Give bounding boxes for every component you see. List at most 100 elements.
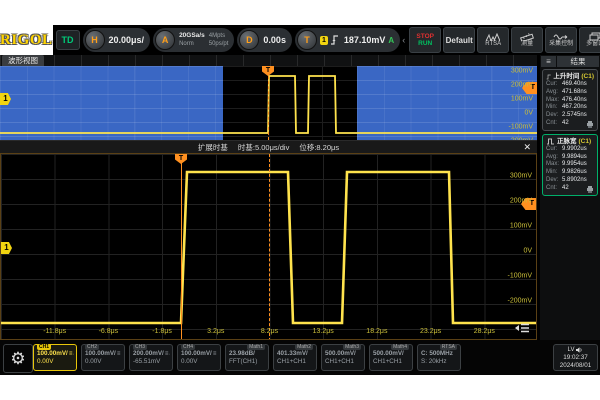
delay-value: 0.00s [263, 35, 286, 45]
horizontal-knob[interactable]: H [85, 30, 105, 50]
run-label: RUN [418, 40, 432, 47]
trigger-time-line[interactable] [181, 154, 182, 340]
stop-label: STOP [416, 33, 434, 40]
trigger-level-value: 187.10mV [344, 35, 386, 45]
window-menu-icon[interactable] [514, 322, 530, 334]
channel-box-ch1[interactable]: CH1 100.00mV/≡ 0.00V [33, 344, 77, 371]
math1-tab: Math1 [247, 344, 265, 350]
trigger-status-badge: TD [56, 30, 80, 50]
delay-settings-pill[interactable]: D 0.00s [237, 28, 292, 52]
measurement-title: 上升时间 [553, 72, 579, 81]
acquisition-settings-pill[interactable]: A 20GSa/s Norm 4Mpts 50ps/pt [153, 28, 234, 52]
measurement-row: Min:467.20ns [546, 104, 594, 112]
math2-box[interactable]: Math2 401.33mV/ CH1+CH1 [273, 344, 317, 371]
default-button[interactable]: Default [443, 27, 475, 53]
measurement-row: Cur:469.40ns [546, 81, 594, 89]
bottom-channel-bar: ⚙ CH1 100.00mV/≡ 0.00V CH2 100.00mV/≡ 0.… [0, 340, 600, 375]
lan-status: LV [568, 346, 575, 354]
channel-box-ch3[interactable]: CH3 200.00mV/≡ -65.51mV [129, 344, 173, 371]
stop-run-button[interactable]: STOP RUN [409, 27, 441, 53]
close-icon[interactable]: ✕ [523, 142, 531, 153]
voltage-tick-label: 0V [524, 110, 533, 117]
measurement-title: 正脉宽 [557, 137, 577, 146]
measurement-channel: (C1) [581, 72, 594, 81]
trigger-sweep-mode: A [388, 36, 394, 45]
waveform-arrow-icon [553, 33, 569, 41]
ch4-tab: CH4 [181, 344, 195, 350]
lock-icon [73, 351, 74, 357]
time-tick-label: 13.2μs [313, 328, 334, 335]
measurement-panel-pulsewidth[interactable]: 正脉宽(C1) Cur:9.9902us Avg:9.9894us Max:9.… [542, 134, 598, 196]
tab-waveform-view[interactable]: 波形视图 [2, 55, 44, 66]
voltage-tick-label: 0V [523, 248, 532, 255]
zoom-center-line[interactable] [269, 154, 270, 340]
zoom-window: T T 1 300mV200mV100mV0V-100mV-200mV -11.… [0, 153, 537, 340]
voltage-tick-label: 200mV [511, 82, 533, 89]
trigger-knob[interactable]: T [297, 30, 317, 50]
rise-time-icon [546, 73, 551, 81]
measurement-row: Dev:2.5745ns [546, 112, 594, 120]
speaker-icon [576, 347, 583, 353]
rigol-logo: RIGOL [0, 25, 53, 55]
measurement-row: Min:9.9826us [546, 169, 594, 177]
rtsa-tab: RTSA [440, 344, 457, 350]
spectrum-icon [486, 33, 500, 41]
time-tick-label: 28.2μs [474, 328, 495, 335]
voltage-tick-label: 200mV [510, 198, 532, 205]
rising-edge-icon [330, 34, 340, 46]
channel-box-ch4[interactable]: CH4 100.00mV/≡ 0.00V [177, 344, 221, 371]
time-tick-label: 8.2μs [261, 328, 278, 335]
math3-box[interactable]: Math3 500.00mV/ CH1+CH1 [321, 344, 365, 371]
multi-window-button[interactable]: 多窗口 [579, 27, 600, 53]
math4-tab: Math4 [391, 344, 409, 350]
trigger-settings-pill[interactable]: T 1 187.10mV A [295, 28, 400, 52]
stacked-windows-icon [589, 32, 600, 41]
delay-knob[interactable]: D [239, 30, 259, 50]
measurement-row: Cur:9.9902us [546, 146, 594, 154]
settings-gear-icon[interactable]: ⚙ [3, 344, 33, 373]
ch1-tab: CH1 [37, 344, 51, 350]
time-tick-label: 23.2μs [420, 328, 441, 335]
math2-tab: Math2 [295, 344, 313, 350]
rtsa-button[interactable]: RTSA [477, 27, 509, 53]
math4-box[interactable]: Math4 500.00mV/ CH1+CH1 [369, 344, 413, 371]
menu-icon[interactable]: ≡ [541, 56, 556, 67]
math1-box[interactable]: Math1 23.98dB/ FFT(CH1) [225, 344, 269, 371]
voltage-tick-label: -100mV [507, 273, 532, 280]
toolbar-chevron-left-icon[interactable]: ‹ [402, 35, 405, 45]
voltage-tick-label: -100mV [508, 124, 533, 131]
measurement-panel-risetime[interactable]: 上升时间(C1) Cur:469.40ns Avg:471.68ns Max:4… [542, 69, 598, 131]
voltage-tick-label: 300mV [510, 173, 532, 180]
time-tick-label: -1.8μs [152, 328, 172, 335]
resolution: 50ps/pt [209, 40, 229, 48]
measure-button[interactable]: 测量 [511, 27, 543, 53]
acquire-control-button[interactable]: 采集控制 [545, 27, 577, 53]
system-date: 2024/08/01 [554, 362, 597, 370]
ch3-tab: CH3 [133, 344, 147, 350]
horizontal-settings-pill[interactable]: H 20.00μs/ [83, 28, 151, 52]
acquire-control-label: 采集控制 [549, 41, 573, 48]
results-header: 结果 [557, 56, 599, 67]
printer-icon[interactable] [586, 186, 594, 193]
measurement-row: Dev:5.8902ns [546, 177, 594, 185]
clock-box: LV 19:02:37 2024/08/01 [553, 344, 598, 371]
zoom-info-bar: 扩展时基 时基:5.00μs/div 位移:8.20μs ✕ [0, 140, 537, 154]
measurement-row: Avg:9.9894us [546, 154, 594, 162]
rtsa-box[interactable]: RTSA C: 500MHz S: 20kHz [417, 344, 461, 371]
zoom-title: 扩展时基 [198, 142, 228, 153]
coupling-icon: ≡ [69, 350, 73, 358]
measurement-row: Avg:471.68ns [546, 89, 594, 97]
overview-window: T T 1 300mV200mV100mV0V-100mV-200mV [0, 66, 537, 140]
printer-icon[interactable] [586, 121, 594, 128]
oscilloscope-screen: RIGOL TD H 20.00μs/ A 20GSa/s Norm 4Mpts… [0, 25, 600, 375]
zoom-timebase: 时基:5.00μs/div [238, 142, 289, 153]
top-toolbar: RIGOL TD H 20.00μs/ A 20GSa/s Norm 4Mpts… [0, 25, 600, 55]
acq-mode: Norm [179, 40, 205, 48]
coupling-icon: ≡ [117, 350, 121, 358]
acquire-knob[interactable]: A [155, 30, 175, 50]
channel-box-ch2[interactable]: CH2 100.00mV/≡ 0.00V [81, 344, 125, 371]
default-label: Default [446, 36, 473, 45]
measure-label: 测量 [521, 41, 533, 48]
trigger-position-line[interactable] [268, 66, 269, 140]
positive-pulse-icon [546, 137, 555, 145]
